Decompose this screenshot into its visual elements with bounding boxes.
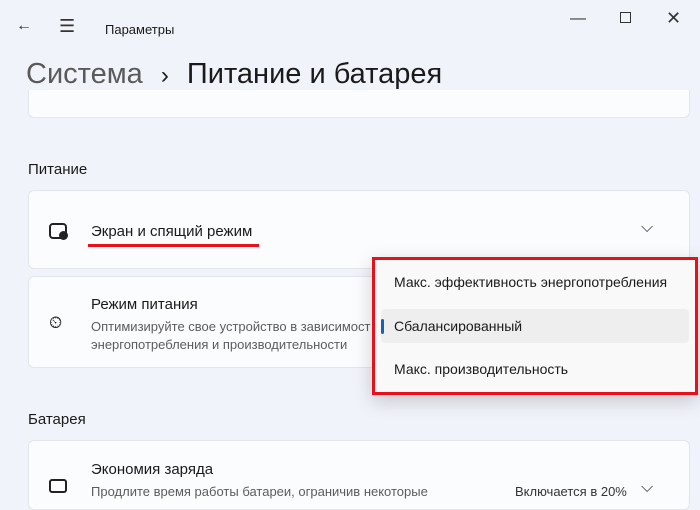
- section-battery: Батарея: [28, 411, 86, 428]
- breadcrumb-separator: ›: [160, 62, 169, 89]
- battery-saver-title: Экономия заряда: [91, 461, 214, 478]
- dropdown-option-balanced[interactable]: Сбалансированный: [381, 309, 689, 343]
- minimize-icon[interactable]: —: [570, 10, 586, 28]
- power-mode-desc-2: энергопотребления и производительности: [91, 337, 348, 352]
- breadcrumb-parent[interactable]: Система: [26, 58, 143, 90]
- dropdown-option-performance[interactable]: Макс. производительность: [381, 352, 689, 386]
- page-title: Питание и батарея: [186, 58, 443, 90]
- battery-saver-value: Включается в 20%: [515, 484, 627, 499]
- power-mode-desc: Оптимизируйте свое устройство в зависимо…: [91, 319, 371, 334]
- highlight-underline: [88, 244, 259, 247]
- power-mode-dropdown[interactable]: Макс. эффективность энергопотребления Сб…: [372, 257, 698, 395]
- battery-saver-desc: Продлите время работы батареи, ограничив…: [91, 484, 428, 499]
- breadcrumb: Система › Питание и батарея: [26, 58, 442, 91]
- window-title: Параметры: [105, 22, 175, 37]
- gauge-icon: ⏲: [49, 313, 63, 332]
- previous-card: [28, 90, 690, 118]
- screen-sleep-title: Экран и спящий режим: [91, 223, 253, 240]
- menu-icon[interactable]: ☰: [59, 16, 75, 37]
- power-mode-title: Режим питания: [91, 296, 198, 313]
- screen-sleep-icon: [49, 223, 68, 240]
- maximize-icon[interactable]: [620, 12, 631, 23]
- battery-leaf-icon: [49, 479, 67, 493]
- section-power: Питание: [28, 161, 88, 178]
- chevron-down-icon[interactable]: ⌵: [641, 219, 653, 237]
- back-icon[interactable]: ←: [16, 17, 32, 35]
- close-icon[interactable]: ✕: [666, 8, 681, 29]
- dropdown-option-efficiency[interactable]: Макс. эффективность энергопотребления: [381, 265, 689, 299]
- chevron-down-icon[interactable]: ⌵: [641, 479, 653, 497]
